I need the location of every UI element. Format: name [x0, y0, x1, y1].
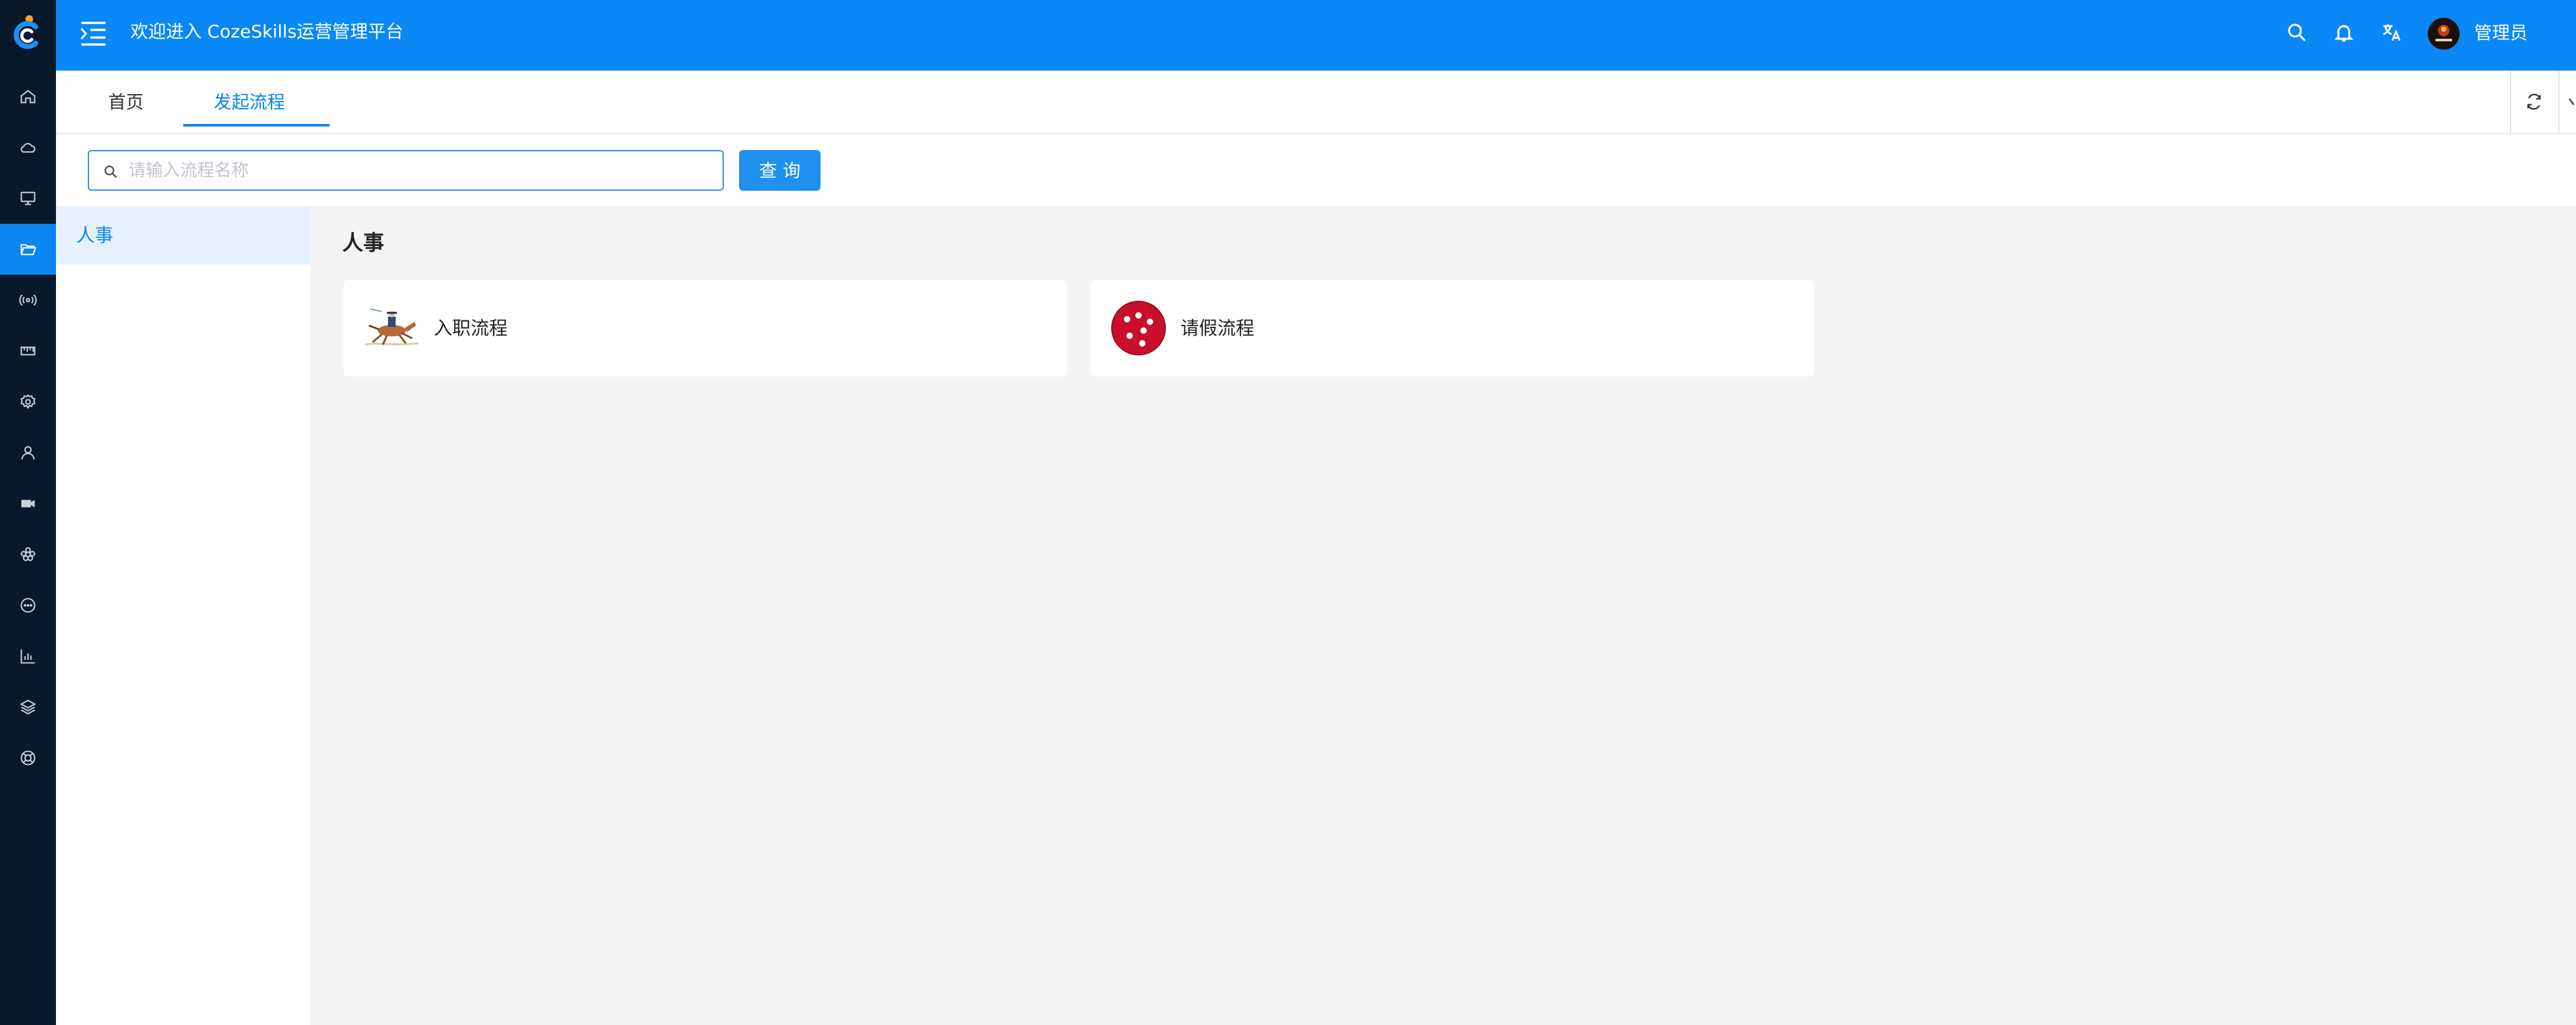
nav-ruler[interactable] — [0, 326, 56, 376]
user-name[interactable]: 管理员 — [2474, 20, 2528, 46]
app-logo — [13, 15, 38, 49]
query-button[interactable]: 查 询 — [739, 150, 821, 191]
flower-icon — [20, 547, 36, 561]
folder-open-icon — [20, 244, 37, 256]
nav-folder[interactable] — [0, 224, 56, 275]
nav-broadcast[interactable] — [0, 275, 56, 326]
chart-icon — [20, 649, 35, 664]
nav-chat[interactable] — [0, 580, 56, 631]
nav-cloud[interactable] — [0, 122, 56, 173]
tabs-bar: 首页 发起流程 — [56, 71, 2576, 134]
process-list: 人事 入职流程 请假流程 — [310, 206, 2576, 1025]
search-field[interactable] — [88, 150, 724, 191]
search-input[interactable] — [127, 158, 712, 183]
nav-settings[interactable] — [0, 376, 56, 427]
broadcast-icon — [19, 294, 37, 306]
chevron-down-icon — [2568, 98, 2575, 106]
translate-icon[interactable] — [2381, 22, 2402, 43]
red-dice-image — [1111, 301, 1166, 355]
bell-icon[interactable] — [2333, 22, 2355, 43]
horse-rider-image — [364, 300, 420, 356]
process-label: 请假流程 — [1181, 317, 1255, 339]
active-tab-indicator — [183, 124, 329, 127]
cloud-icon — [20, 142, 36, 153]
left-sidebar — [0, 0, 56, 1025]
search-toolbar: 查 询 — [56, 134, 2576, 206]
chat-icon — [20, 598, 36, 613]
search-icon — [104, 165, 117, 178]
category-label: 人事 — [76, 224, 114, 246]
app-title: 欢迎进入 CozeSkills运营管理平台 — [130, 21, 404, 42]
nav-video[interactable] — [0, 478, 56, 529]
nav-layers[interactable] — [0, 682, 56, 733]
category-panel: 人事 — [56, 206, 310, 1025]
nav-flower[interactable] — [0, 529, 56, 580]
menu-toggle-icon[interactable] — [79, 20, 108, 47]
tab-home[interactable]: 首页 — [108, 90, 144, 115]
gear-icon — [20, 394, 36, 409]
top-header: 欢迎进入 CozeSkills运营管理平台 管理员 — [56, 0, 2576, 71]
monitor-icon — [20, 191, 36, 205]
nav-support[interactable] — [0, 733, 56, 783]
process-label: 入职流程 — [434, 317, 508, 339]
home-icon — [20, 90, 36, 104]
search-icon[interactable] — [2286, 22, 2308, 43]
nav-chart[interactable] — [0, 631, 56, 682]
process-card-leave[interactable]: 请假流程 — [1090, 280, 1814, 376]
refresh-icon — [2527, 93, 2541, 110]
refresh-button[interactable] — [2510, 71, 2557, 133]
nav-monitor[interactable] — [0, 173, 56, 224]
process-card-onboarding[interactable]: 入职流程 — [343, 280, 1067, 376]
layers-icon — [20, 699, 36, 715]
avatar[interactable] — [2428, 18, 2460, 50]
video-icon — [21, 500, 35, 507]
nav-home[interactable] — [0, 71, 56, 122]
user-icon — [21, 446, 35, 460]
tab-start-process[interactable]: 发起流程 — [214, 90, 285, 115]
section-title: 人事 — [342, 230, 384, 255]
tabs-more-button[interactable] — [2558, 71, 2576, 133]
category-item-hr[interactable]: 人事 — [56, 206, 310, 265]
lifebuoy-icon — [20, 750, 36, 766]
ruler-icon — [20, 347, 36, 355]
nav-user[interactable] — [0, 427, 56, 478]
